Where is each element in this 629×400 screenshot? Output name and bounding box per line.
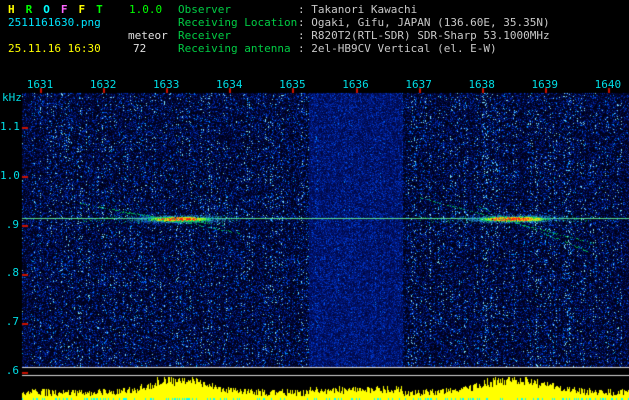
- app-version: 1.0.0: [129, 3, 163, 16]
- freq-axis-label: .9: [5, 217, 19, 231]
- station-row-label: Receiving Location: [178, 16, 298, 29]
- freq-axis-label: .7: [5, 315, 19, 329]
- time-axis-label: 1639: [531, 78, 559, 91]
- time-axis-label: 1636: [342, 78, 369, 91]
- echo-count: 72: [133, 42, 147, 55]
- app-title-letter: O: [43, 3, 50, 16]
- freq-axis-label: .6: [5, 364, 19, 377]
- output-filename: 2511161630.png: [8, 16, 101, 29]
- time-axis-label: 1640: [594, 78, 622, 91]
- station-row-antenna: Receiving antenna : 2el-HB9CV Vertical (e…: [178, 43, 497, 55]
- time-axis-label: 1632: [89, 78, 117, 91]
- app-title: HROFFT: [8, 4, 114, 16]
- station-row-receiver: Receiver : R820T2(RTL-SDR) SDR-Sharp 53.1…: [178, 30, 550, 42]
- time-axis-label: 1637: [405, 78, 432, 91]
- timestamp: 25.11.16 16:30: [8, 42, 101, 55]
- station-row-value: : Takanori Kawachi: [298, 3, 418, 16]
- station-row-value: : 2el-HB9CV Vertical (el. E-W): [298, 42, 497, 55]
- freq-axis-unit: kHz: [2, 91, 22, 104]
- time-axis-label: 1631: [26, 78, 54, 91]
- station-row-observer: Observer : Takanori Kawachi: [178, 4, 417, 16]
- station-row-label: Receiving antenna: [178, 42, 291, 55]
- app-title-letter: R: [25, 3, 33, 16]
- spectrogram-canvas: [0, 0, 629, 400]
- time-axis-label: 1638: [468, 78, 495, 91]
- app-title-letter: H: [8, 3, 15, 16]
- time-axis-label: 1635: [279, 78, 306, 91]
- station-row-label: Observer: [178, 3, 231, 16]
- station-row-location: Receiving Location: Ogaki, Gifu, JAPAN (…: [178, 17, 550, 29]
- station-row-value: : R820T2(RTL-SDR) SDR-Sharp 53.1000MHz: [298, 29, 550, 42]
- freq-axis-label: .8: [5, 266, 19, 280]
- mode-label: meteor: [128, 29, 168, 42]
- time-axis-label: 1633: [152, 78, 180, 91]
- freq-axis-label: 1.1: [0, 120, 20, 133]
- app-title-letter: F: [60, 3, 68, 16]
- time-axis-label: 1634: [216, 78, 243, 91]
- freq-axis-label: 1.0: [0, 168, 20, 182]
- app-title-letter: T: [96, 3, 103, 16]
- station-row-value: : Ogaki, Gifu, JAPAN (136.60E, 35.35N): [298, 16, 550, 29]
- hrofft-app-window: HROFFT 1.0.0 2511161630.png meteor 25.11…: [0, 0, 629, 400]
- station-row-label: Receiver: [178, 29, 231, 42]
- app-title-letter: F: [78, 3, 86, 16]
